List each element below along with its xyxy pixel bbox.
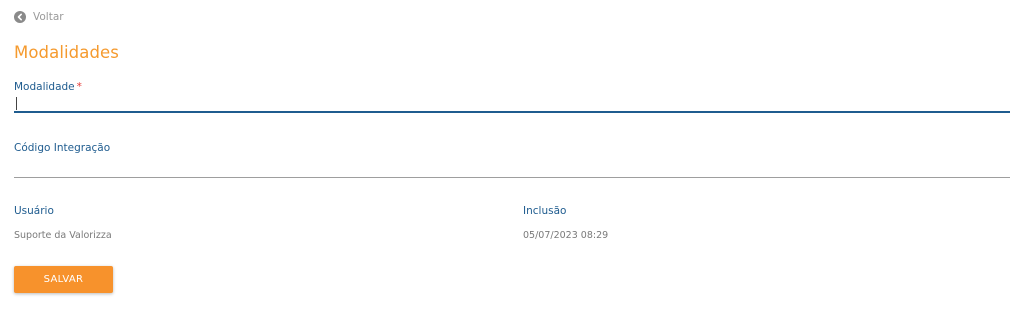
required-mark: *: [76, 81, 82, 93]
inclusao-value: 05/07/2023 08:29: [523, 230, 609, 241]
back-label: Voltar: [33, 11, 64, 23]
usuario-value: Suporte da Valorizza: [14, 230, 112, 241]
modalidade-label-text: Modalidade: [14, 81, 75, 93]
modalidade-field: Modalidade *: [14, 81, 1010, 113]
save-button[interactable]: SALVAR: [14, 266, 113, 293]
page-title: Modalidades: [14, 43, 119, 62]
text-caret: [16, 97, 17, 110]
codigo-integracao-field: Código Integração: [14, 142, 1010, 178]
back-link[interactable]: Voltar: [14, 11, 64, 23]
codigo-integracao-input[interactable]: [14, 154, 1010, 177]
inclusao-label: Inclusão: [523, 205, 567, 217]
codigo-integracao-label: Código Integração: [14, 142, 111, 154]
codigo-integracao-underline: [14, 177, 1010, 178]
modalidade-label: Modalidade *: [14, 81, 1010, 93]
arrow-left-circle-icon: [14, 11, 26, 23]
usuario-label: Usuário: [14, 205, 54, 217]
modalidades-form-page: Voltar Modalidades Modalidade * Código In…: [0, 0, 1024, 315]
modalidade-underline: [14, 111, 1010, 113]
modalidade-input[interactable]: [14, 93, 1010, 111]
